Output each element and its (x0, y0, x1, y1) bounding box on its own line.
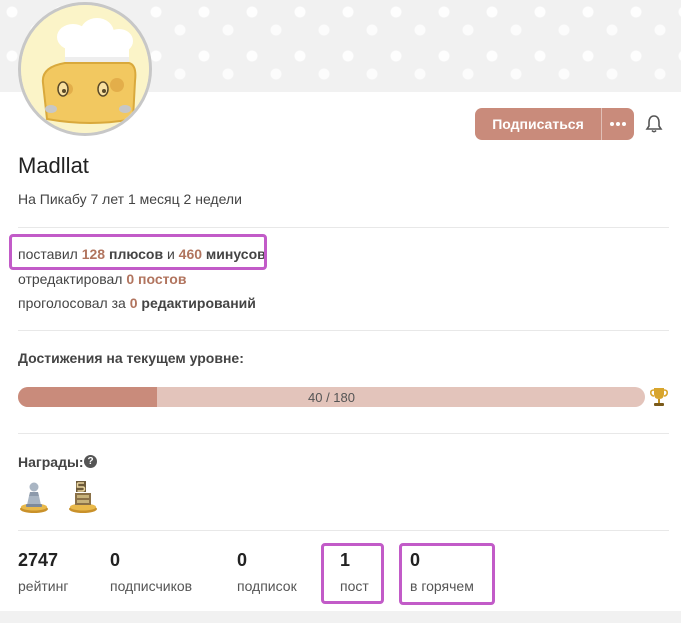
achievements-progress-text: 40 / 180 (308, 389, 355, 405)
more-options-button[interactable] (601, 108, 634, 140)
stat-rating-label: рейтинг (18, 578, 69, 594)
stat-subscriptions-value[interactable]: 0 (237, 550, 247, 571)
divider (18, 433, 669, 434)
avatar[interactable] (18, 2, 152, 136)
edit-votes-word: редактирований (141, 295, 256, 311)
stat-subscriptions-label[interactable]: подписок (237, 578, 297, 594)
edit-votes-summary: проголосовал за 0 редактирований (18, 295, 256, 311)
page-bottom-strip (0, 611, 681, 623)
profile-tenure: На Пикабу 7 лет 1 месяц 2 недели (18, 191, 242, 207)
edits-word: постов (138, 271, 187, 287)
subscribe-button[interactable]: Подписаться (475, 108, 601, 140)
stat-subscribers-label[interactable]: подписчиков (110, 578, 192, 594)
username: Madllat (18, 153, 89, 178)
stat-rating-value: 2747 (18, 550, 59, 570)
trophy-icon[interactable] (650, 386, 668, 408)
edit-votes-prefix: проголосовал за (18, 295, 126, 311)
edits-prefix: отредактировал (18, 271, 123, 287)
divider (18, 330, 669, 331)
edit-votes-count: 0 (129, 295, 138, 311)
highlight-box-hot (399, 543, 495, 605)
five-years-award-icon[interactable] (68, 480, 98, 514)
more-dots-icon (610, 122, 626, 126)
bell-icon[interactable] (644, 114, 664, 134)
avatar-image (21, 5, 149, 133)
stat-subscribers-value[interactable]: 0 (110, 550, 120, 571)
pawn-award-icon[interactable] (19, 480, 49, 514)
divider (18, 227, 669, 228)
edits-count: 0 (126, 271, 135, 287)
divider (18, 530, 669, 531)
highlight-box-posts (321, 543, 384, 604)
awards-title: Награды: (18, 454, 84, 470)
achievements-progress-bar: 40 / 180 (18, 387, 645, 407)
question-circle-icon[interactable]: ? (84, 455, 97, 468)
subscribe-button-group: Подписаться (475, 108, 634, 140)
achievements-title: Достижения на текущем уровне: (18, 350, 244, 366)
edits-summary: отредактировал 0 постов (18, 271, 186, 287)
highlight-box-votes (9, 234, 267, 270)
